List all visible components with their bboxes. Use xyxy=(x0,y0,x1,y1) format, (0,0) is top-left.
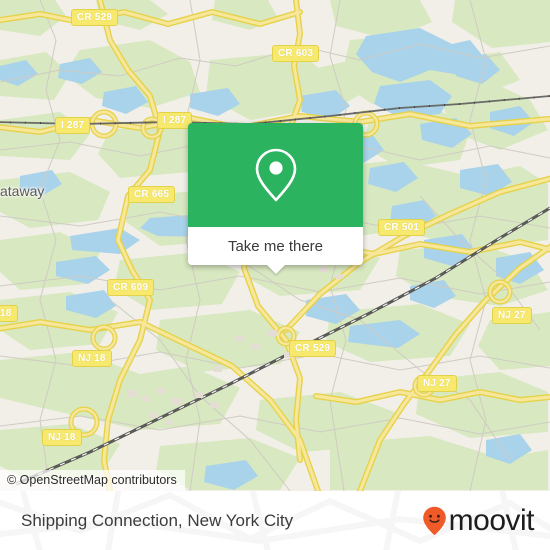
road-shield: CR 501 xyxy=(378,219,426,236)
moovit-wordmark: moovit xyxy=(448,503,535,537)
take-me-there-label: Take me there xyxy=(227,237,324,255)
road-shield: CR 665 xyxy=(128,186,176,203)
footer-bar: Shipping Connection, New York City moovi… xyxy=(0,491,550,550)
osm-attribution[interactable]: © OpenStreetMap contributors xyxy=(0,470,185,491)
place-label-piscataway: ataway xyxy=(0,183,45,199)
popup-tail xyxy=(266,265,285,274)
road-shield: NJ 18 xyxy=(42,429,82,446)
moovit-brand[interactable]: moovit xyxy=(422,491,535,550)
road-shield: CR 529 xyxy=(289,340,337,357)
road-shield: CR 609 xyxy=(107,279,155,296)
road-shield: NJ 18 xyxy=(72,350,112,367)
map-canvas[interactable]: CR 529 CR 603 I 287 I 287 CR 665 CR 501 … xyxy=(0,0,550,491)
take-me-there-button[interactable]: Take me there xyxy=(188,227,363,274)
road-shield: NJ 27 xyxy=(417,375,457,392)
map-page: CR 529 CR 603 I 287 I 287 CR 665 CR 501 … xyxy=(0,0,550,550)
road-shield: CR 529 xyxy=(71,9,119,26)
page-title-text: Shipping Connection, New York City xyxy=(21,510,294,530)
map-pin-outline-icon xyxy=(255,148,296,202)
moovit-smiley-pin-icon xyxy=(422,506,446,535)
road-shield: I 287 xyxy=(157,112,193,129)
road-shield: NJ 27 xyxy=(492,307,532,324)
road-shield: I 287 xyxy=(55,117,91,134)
page-title: Shipping Connection, New York City xyxy=(21,491,293,550)
road-shield: CR 603 xyxy=(272,45,320,62)
road-shield: 18 xyxy=(0,305,18,322)
popup-header xyxy=(188,123,363,227)
location-popup[interactable]: Take me there xyxy=(188,123,363,274)
